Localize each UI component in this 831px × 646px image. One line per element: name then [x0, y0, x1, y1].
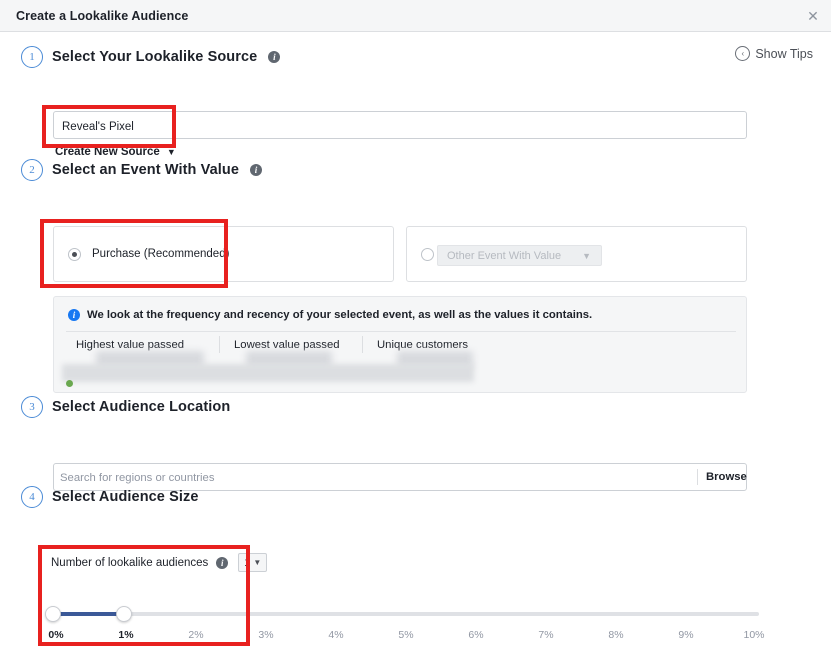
- dialog-header: Create a Lookalike Audience ✕: [0, 0, 831, 32]
- slider-tick-2: 2%: [188, 629, 203, 641]
- slider-tick-6: 6%: [468, 629, 483, 641]
- slider-tick-0: 0%: [48, 629, 63, 641]
- slider-tick-5: 5%: [398, 629, 413, 641]
- step-number-2: 2: [21, 159, 43, 181]
- slider-tick-3: 3%: [258, 629, 273, 641]
- info-icon[interactable]: i: [268, 51, 280, 63]
- section-4-header: 4 Select Audience Size: [0, 486, 831, 508]
- stat-header-unique-customers: Unique customers: [362, 339, 517, 351]
- divider: [697, 469, 698, 485]
- chevron-down-icon: ▼: [167, 147, 176, 157]
- close-icon[interactable]: ✕: [805, 8, 821, 24]
- other-event-placeholder: Other Event With Value: [447, 250, 561, 262]
- step-number-1: 1: [21, 46, 43, 68]
- event-option-purchase-card[interactable]: Purchase (Recommended): [53, 226, 394, 282]
- slider-tick-4: 4%: [328, 629, 343, 641]
- step-number-3: 3: [21, 396, 43, 418]
- dialog-title: Create a Lookalike Audience: [16, 9, 188, 23]
- section-3-header: 3 Select Audience Location: [0, 396, 831, 418]
- create-new-source-label: Create New Source: [55, 146, 160, 158]
- section-select-source: 1 Select Your Lookalike Source i: [0, 46, 831, 68]
- radio-purchase[interactable]: [68, 248, 81, 261]
- step-number-4: 4: [21, 486, 43, 508]
- other-event-select[interactable]: Other Event With Value ▼: [437, 245, 602, 266]
- slider-tick-9: 9%: [678, 629, 693, 641]
- number-of-audiences-row: Number of lookalike audiences i 1 ▼: [51, 553, 267, 572]
- info-icon[interactable]: i: [250, 164, 262, 176]
- section-1-title: Select Your Lookalike Source: [52, 49, 257, 65]
- event-info-message: We look at the frequency and recency of …: [87, 309, 592, 322]
- dialog-body: ‹ Show Tips 1 Select Your Lookalike Sour…: [0, 32, 831, 620]
- stat-row-redacted-bar: [62, 364, 474, 382]
- stat-header-lowest-value: Lowest value passed: [219, 339, 362, 351]
- section-1-header: 1 Select Your Lookalike Source i: [0, 46, 831, 68]
- lookalike-source-field[interactable]: [53, 111, 747, 139]
- radio-other-event[interactable]: [421, 248, 434, 261]
- info-icon: i: [68, 309, 80, 321]
- section-select-event: 2 Select an Event With Value i: [0, 159, 831, 181]
- section-select-location: 3 Select Audience Location: [0, 396, 831, 418]
- chevron-down-icon: ▼: [582, 251, 591, 261]
- event-purchase-label: Purchase (Recommended): [92, 248, 229, 260]
- stat-header-highest-value: Highest value passed: [76, 339, 219, 351]
- number-of-audiences-value: 1: [244, 557, 250, 569]
- status-indicator-dot: [66, 380, 73, 387]
- info-icon[interactable]: i: [216, 557, 228, 569]
- event-stats-header-row: Highest value passed Lowest value passed…: [76, 339, 517, 351]
- section-2-header: 2 Select an Event With Value i: [0, 159, 831, 181]
- section-3-title: Select Audience Location: [52, 399, 230, 415]
- section-2-title: Select an Event With Value: [52, 162, 239, 178]
- slider-tick-1: 1%: [118, 629, 133, 641]
- lookalike-source-value: Reveal's Pixel: [62, 121, 134, 133]
- browse-button[interactable]: Browse: [706, 471, 747, 483]
- location-search-placeholder: Search for regions or countries: [60, 472, 214, 484]
- slider-range-fill: [53, 612, 124, 616]
- event-info-message-row: i We look at the frequency and recency o…: [66, 309, 592, 322]
- slider-track[interactable]: [53, 612, 759, 616]
- slider-tick-10: 10%: [743, 629, 764, 641]
- section-select-size: 4 Select Audience Size: [0, 486, 831, 508]
- slider-tick-8: 8%: [608, 629, 623, 641]
- divider: [66, 331, 736, 332]
- number-of-audiences-select[interactable]: 1 ▼: [238, 553, 267, 572]
- chevron-down-icon: ▼: [253, 558, 261, 567]
- number-of-audiences-label: Number of lookalike audiences: [51, 557, 208, 569]
- section-4-title: Select Audience Size: [52, 489, 199, 505]
- slider-tick-7: 7%: [538, 629, 553, 641]
- create-new-source-button[interactable]: Create New Source ▼: [55, 146, 176, 158]
